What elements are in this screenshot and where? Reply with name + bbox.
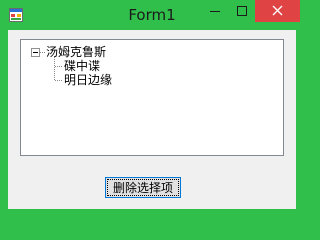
collapse-icon[interactable] [31,48,40,57]
tree-node-label: 碟中谍 [64,59,101,73]
tree-node-child[interactable]: 碟中谍 [64,59,100,73]
delete-selected-button[interactable]: 删除选择项 [105,177,181,198]
tree-node-label: 明日边缘 [64,73,113,87]
tree-connector [54,57,55,80]
maximize-icon [237,6,247,16]
close-button[interactable] [255,0,300,22]
client-area: 汤姆克鲁斯 碟中谍 明日边缘 删除选择项 [8,30,296,209]
minimize-button[interactable] [201,0,228,22]
tree-node-label: 汤姆克鲁斯 [46,45,107,59]
maximize-button[interactable] [228,0,255,22]
tree-connector [55,66,62,67]
tree-node-root[interactable]: 汤姆克鲁斯 [46,45,106,59]
form-window: Form1 汤姆克鲁斯 碟中谍 明日边缘 删除选择项 [0,0,304,217]
title-bar[interactable]: Form1 [0,0,304,30]
tree-connector [40,52,45,53]
close-icon [272,5,283,16]
tree-node-child[interactable]: 明日边缘 [64,73,112,87]
tree-connector [55,80,62,81]
minimize-icon [210,11,220,12]
tree-view[interactable]: 汤姆克鲁斯 碟中谍 明日边缘 [20,39,284,156]
